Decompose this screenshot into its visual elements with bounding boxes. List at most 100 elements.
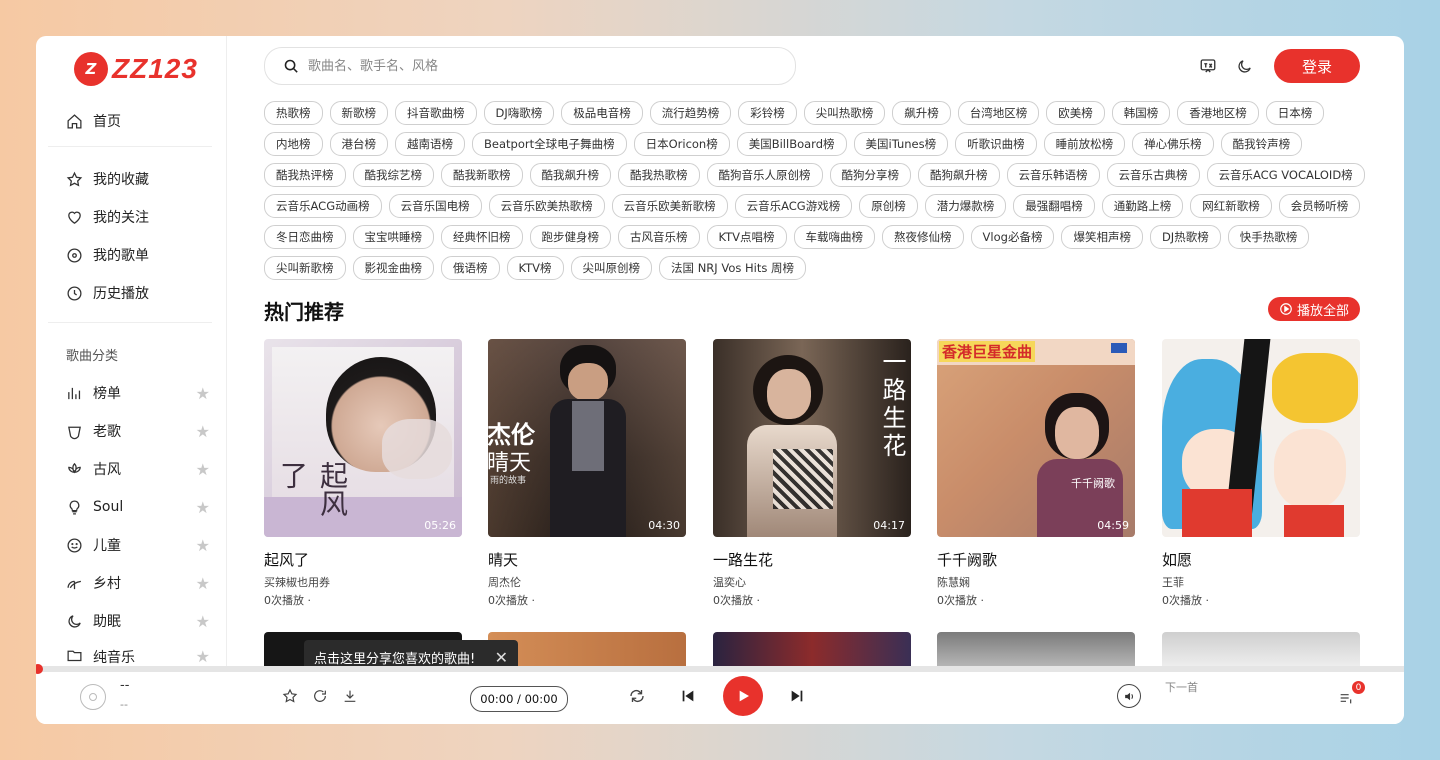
- chart-tag[interactable]: 会员畅听榜: [1278, 194, 1361, 218]
- search-input[interactable]: [306, 57, 770, 75]
- chart-tag[interactable]: 酷我飙升榜: [529, 163, 611, 187]
- chart-tag[interactable]: 爆笑相声榜: [1061, 225, 1143, 249]
- chart-tag[interactable]: 韩国榜: [1111, 101, 1171, 125]
- chart-tag[interactable]: 经典怀旧榜: [441, 225, 523, 249]
- chart-tag[interactable]: KTV点唱榜: [706, 225, 787, 249]
- category-soul[interactable]: Soul ★: [66, 495, 210, 519]
- site-logo[interactable]: Z ZZ123: [74, 52, 198, 86]
- chart-tag[interactable]: 车载嗨曲榜: [793, 225, 876, 249]
- song-artist[interactable]: 王菲: [1162, 574, 1360, 590]
- category-ancient[interactable]: 古风 ★: [66, 457, 210, 481]
- chart-tag[interactable]: 潜力爆款榜: [924, 194, 1007, 218]
- song-artist[interactable]: 买辣椒也用券: [264, 574, 462, 590]
- chart-tag[interactable]: 欧美榜: [1046, 101, 1105, 125]
- loop-icon[interactable]: [627, 686, 647, 706]
- category-instrumental[interactable]: 纯音乐 ★: [66, 647, 210, 665]
- favorite-star-icon[interactable]: ★: [196, 498, 210, 517]
- chart-tag[interactable]: 彩铃榜: [738, 101, 797, 125]
- dark-mode-icon[interactable]: [1232, 54, 1256, 78]
- chart-tag[interactable]: 尖叫原创榜: [570, 256, 653, 280]
- chart-tag[interactable]: 云音乐ACG游戏榜: [734, 194, 853, 218]
- nav-favorites[interactable]: 我的收藏: [66, 167, 149, 191]
- chart-tag[interactable]: 禅心佛乐榜: [1132, 132, 1214, 156]
- search-icon[interactable]: [283, 58, 300, 75]
- chart-tag[interactable]: 云音乐国电榜: [388, 194, 482, 218]
- chart-tag[interactable]: 酷狗分享榜: [829, 163, 911, 187]
- song-artist[interactable]: 陈慧娴: [937, 574, 1135, 590]
- chart-tag[interactable]: Beatport全球电子舞曲榜: [472, 132, 627, 156]
- favorite-star-icon[interactable]: ★: [196, 384, 210, 403]
- previous-icon[interactable]: [678, 686, 698, 706]
- song-title[interactable]: 如愿: [1162, 549, 1360, 570]
- chart-tag[interactable]: 飙升榜: [892, 101, 951, 125]
- song-title[interactable]: 一路生花: [713, 549, 911, 570]
- album-cover[interactable]: [937, 632, 1135, 666]
- chart-tag[interactable]: 跑步健身榜: [529, 225, 611, 249]
- favorite-star-icon[interactable]: ★: [196, 612, 210, 631]
- song-title[interactable]: 起风了: [264, 549, 462, 570]
- chart-tag[interactable]: 酷狗音乐人原创榜: [706, 163, 823, 187]
- chart-tag[interactable]: 法国 NRJ Vos Hits 周榜: [659, 256, 806, 280]
- song-card[interactable]: 如愿 王菲 0次播放 ·: [1162, 339, 1360, 608]
- chart-tag[interactable]: 酷狗飙升榜: [918, 163, 1000, 187]
- chart-tag[interactable]: 香港地区榜: [1177, 101, 1259, 125]
- chart-tag[interactable]: 宝宝哄睡榜: [352, 225, 434, 249]
- chart-tag[interactable]: 听歌识曲榜: [955, 132, 1037, 156]
- chart-tag[interactable]: 最强翻唱榜: [1013, 194, 1095, 218]
- category-children[interactable]: 儿童 ★: [66, 533, 210, 557]
- chart-tag[interactable]: 港台榜: [329, 132, 388, 156]
- chart-tag[interactable]: 通勤路上榜: [1101, 194, 1184, 218]
- volume-icon[interactable]: [1117, 684, 1141, 708]
- chart-tag[interactable]: 冬日恋曲榜: [264, 225, 346, 249]
- chart-tag[interactable]: 古风音乐榜: [618, 225, 700, 249]
- nav-following[interactable]: 我的关注: [66, 205, 149, 229]
- close-icon[interactable]: ✕: [495, 648, 508, 667]
- progress-bar[interactable]: [36, 664, 1404, 674]
- album-cover[interactable]: 一路生花 04:17: [713, 339, 911, 537]
- chart-tag[interactable]: 美国BillBoard榜: [736, 132, 847, 156]
- category-country[interactable]: 乡村 ★: [66, 571, 210, 595]
- chart-tag[interactable]: 抖音歌曲榜: [395, 101, 477, 125]
- favorite-star-icon[interactable]: ★: [196, 647, 210, 665]
- chart-tag[interactable]: 流行趋势榜: [649, 101, 732, 125]
- chart-tag[interactable]: 云音乐ACG VOCALOID榜: [1206, 163, 1365, 187]
- favorite-star-icon[interactable]: ★: [196, 422, 210, 441]
- album-cover[interactable]: 香港巨星金曲 千千阙歌 04:59: [937, 339, 1135, 537]
- album-cover[interactable]: [1162, 339, 1360, 537]
- chart-tag[interactable]: 云音乐欧美热歌榜: [488, 194, 605, 218]
- chart-tag[interactable]: 网红新歌榜: [1190, 194, 1272, 218]
- login-button[interactable]: 登录: [1274, 49, 1360, 83]
- favorite-star-icon[interactable]: ★: [196, 460, 210, 479]
- chart-tag[interactable]: 影视金曲榜: [352, 256, 434, 280]
- chart-tag[interactable]: 快手热歌榜: [1227, 225, 1310, 249]
- chart-tag[interactable]: 云音乐韩语榜: [1006, 163, 1100, 187]
- song-card[interactable]: 起风了 05:26 起风了 买辣椒也用券 0次播放 ·: [264, 339, 462, 608]
- song-card[interactable]: 杰伦 晴天 雨的故事 04:30 晴天 周杰伦 0次播放 ·: [488, 339, 686, 608]
- chart-tag[interactable]: 睡前放松榜: [1043, 132, 1126, 156]
- favorite-star-icon[interactable]: ★: [196, 536, 210, 555]
- chart-tag[interactable]: 内地榜: [264, 132, 323, 156]
- chart-tag[interactable]: 云音乐古典榜: [1106, 163, 1200, 187]
- chart-tag[interactable]: DJ热歌榜: [1149, 225, 1221, 249]
- song-card[interactable]: 一路生花 04:17 一路生花 温奕心 0次播放 ·: [713, 339, 911, 608]
- category-charts[interactable]: 榜单 ★: [66, 381, 210, 405]
- next-icon[interactable]: [787, 686, 807, 706]
- chart-tag[interactable]: 俄语榜: [441, 256, 500, 280]
- nav-history[interactable]: 历史播放: [66, 281, 149, 305]
- chart-tag[interactable]: 尖叫热歌榜: [803, 101, 886, 125]
- song-artist[interactable]: 温奕心: [713, 574, 911, 590]
- chart-tag[interactable]: 云音乐欧美新歌榜: [611, 194, 728, 218]
- chart-tag[interactable]: 日本Oricon榜: [633, 132, 730, 156]
- chart-tag[interactable]: DJ嗨歌榜: [483, 101, 555, 125]
- chart-tag[interactable]: 酷我综艺榜: [352, 163, 434, 187]
- chart-tag[interactable]: 酷我热评榜: [264, 163, 346, 187]
- chart-tag[interactable]: Vlog必备榜: [970, 225, 1055, 249]
- chart-tag[interactable]: 原创榜: [859, 194, 918, 218]
- chart-tag[interactable]: 尖叫新歌榜: [264, 256, 346, 280]
- category-oldies[interactable]: 老歌 ★: [66, 419, 210, 443]
- album-cover[interactable]: [1162, 632, 1360, 666]
- chart-tag[interactable]: 越南语榜: [395, 132, 465, 156]
- chart-tag[interactable]: 酷我热歌榜: [618, 163, 700, 187]
- download-icon[interactable]: [340, 686, 360, 706]
- nav-playlists[interactable]: 我的歌单: [66, 243, 149, 267]
